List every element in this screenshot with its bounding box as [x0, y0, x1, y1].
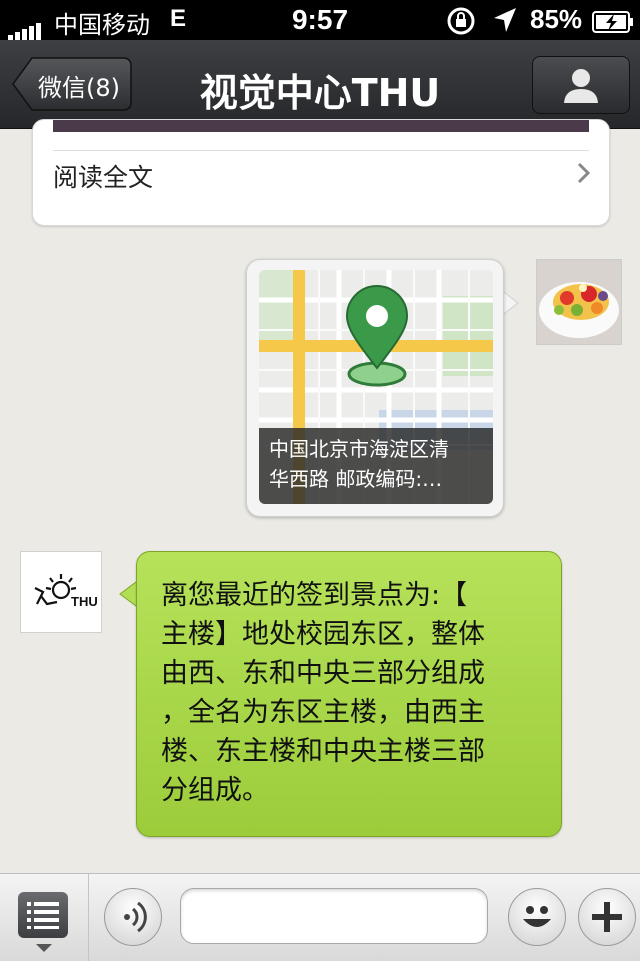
battery-percentage: 85% [530, 4, 583, 34]
message-line: ，全名为东区主楼，由西主 [161, 697, 485, 728]
article-card[interactable]: 阅读全文 [32, 119, 610, 226]
address-line-2: 华西路 邮政编码:… [269, 467, 443, 491]
plus-icon [592, 902, 622, 932]
voice-icon [124, 901, 147, 933]
person-icon [564, 69, 598, 103]
emoji-button[interactable] [508, 888, 566, 946]
message-line: 分组成。 [161, 775, 269, 806]
menu-list-icon [27, 902, 59, 929]
input-toolbar [0, 873, 640, 961]
chat-area[interactable]: 阅读全文 中国北京市海淀区清 华西路 邮政编码:… THU 离您最近的签到景点为… [0, 119, 640, 873]
fruit-salad-image [537, 260, 621, 344]
divider [53, 150, 589, 151]
article-image [53, 120, 589, 132]
battery-charging-icon [592, 9, 634, 40]
message-line: 主楼】地处校园东区，整体 [161, 619, 485, 650]
chevron-right-icon [577, 162, 591, 184]
voice-button[interactable] [104, 888, 162, 946]
profile-button[interactable] [532, 56, 630, 114]
map-address-caption: 中国北京市海淀区清 华西路 邮政编码:… [259, 428, 493, 504]
message-input[interactable] [180, 888, 488, 944]
svg-text:THU: THU [71, 594, 98, 609]
bot-message-text: 离您最近的签到景点为:【 主楼】地处校园东区，整体 由西、东和中央三部分组成 ，… [161, 576, 551, 810]
thu-logo: THU [34, 574, 98, 609]
location-message-bubble[interactable]: 中国北京市海淀区清 华西路 邮政编码:… [246, 259, 504, 517]
bot-message-bubble[interactable]: 离您最近的签到景点为:【 主楼】地处校园东区，整体 由西、东和中央三部分组成 ，… [136, 551, 562, 837]
menu-button[interactable] [18, 892, 68, 938]
chevron-down-icon [36, 944, 52, 952]
message-line: 离您最近的签到景点为:【 [161, 580, 468, 611]
message-line: 楼、东主楼和中央主楼三部 [161, 736, 485, 767]
message-line: 由西、东和中央三部分组成 [161, 658, 485, 689]
emoji-icon [523, 906, 551, 927]
more-button[interactable] [578, 888, 636, 946]
rotation-lock-icon [446, 6, 478, 43]
read-more-link[interactable]: 阅读全文 [53, 158, 153, 194]
user-avatar[interactable] [536, 259, 622, 345]
map-thumbnail[interactable]: 中国北京市海淀区清 华西路 邮政编码:… [259, 270, 493, 504]
bot-avatar[interactable]: THU [20, 551, 102, 633]
navigation-bar: 微信(8) 视觉中心THU [0, 40, 640, 129]
status-bar: 中国移动 E 9:57 85% [0, 0, 640, 43]
location-arrow-icon [492, 6, 518, 41]
divider [88, 874, 89, 961]
address-line-1: 中国北京市海淀区清 [269, 437, 449, 461]
